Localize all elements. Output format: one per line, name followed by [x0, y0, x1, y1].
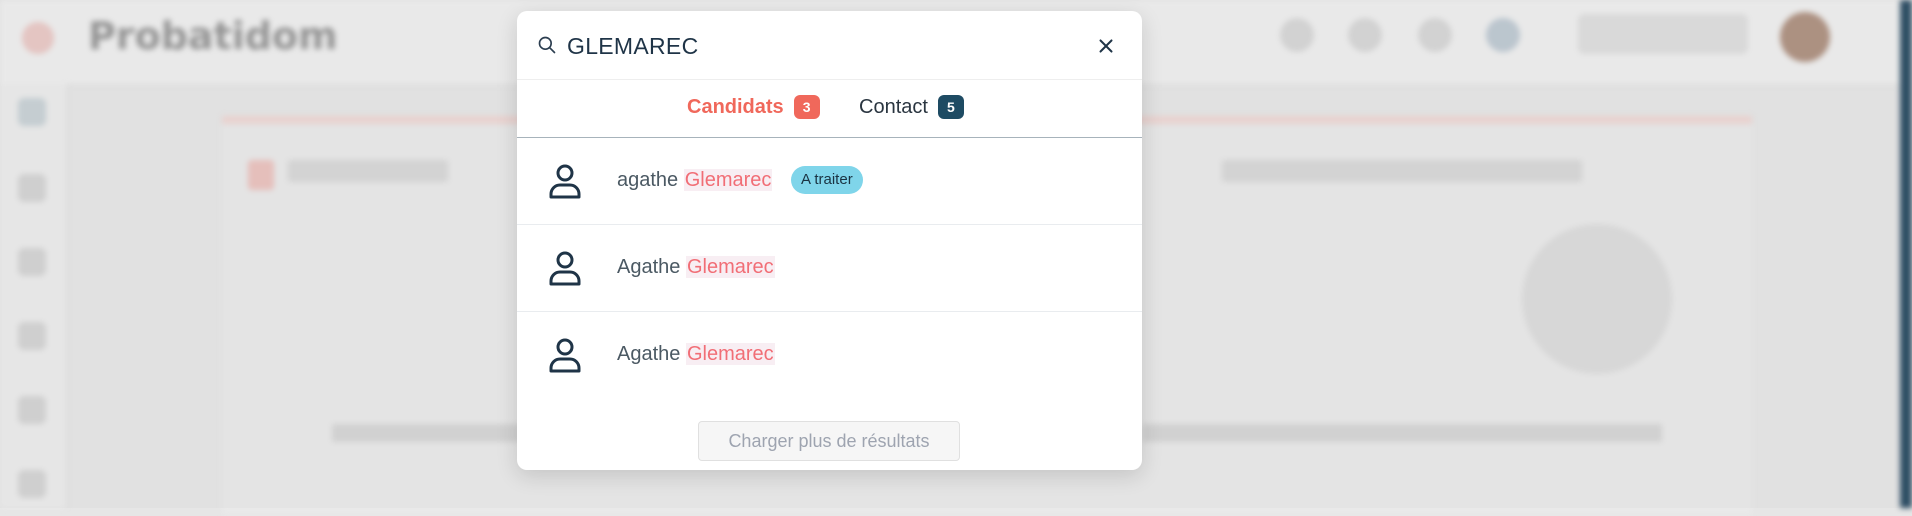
search-icon [538, 36, 556, 54]
tab-contact-label: Contact [859, 95, 928, 118]
person-icon [549, 338, 581, 373]
result-name: Agathe Glemarec [617, 343, 775, 366]
result-name: Agathe Glemarec [617, 256, 775, 279]
result-first-name: Agathe [617, 256, 681, 278]
list-item[interactable]: Agathe Glemarec [517, 225, 1142, 312]
tab-candidats-label: Candidats [687, 95, 784, 118]
result-last-name-highlight: Glemarec [683, 169, 773, 191]
result-first-name: Agathe [617, 343, 681, 365]
tab-candidats-count-badge: 3 [793, 95, 820, 119]
close-icon[interactable] [1095, 35, 1117, 57]
status-badge: A traiter [791, 166, 863, 194]
result-name: agathe Glemarec [617, 169, 773, 192]
tab-contact-count-badge: 5 [937, 95, 964, 119]
person-icon [549, 164, 581, 199]
person-icon [549, 251, 581, 286]
search-modal: Candidats 3 Contact 5 agathe Glemarec A … [517, 11, 1142, 470]
load-more-button[interactable]: Charger plus de résultats [698, 421, 960, 461]
result-last-name-highlight: Glemarec [685, 256, 775, 278]
list-item[interactable]: agathe Glemarec A traiter [517, 138, 1142, 225]
list-item[interactable]: Agathe Glemarec [517, 312, 1142, 398]
result-first-name: agathe [617, 169, 679, 191]
results-footer: Charger plus de résultats [517, 399, 1142, 470]
search-bar [517, 11, 1142, 80]
tab-candidats[interactable]: Candidats 3 [687, 95, 820, 119]
results-list: agathe Glemarec A traiter Agathe Glemare… [517, 138, 1142, 398]
search-input[interactable] [567, 28, 1067, 64]
result-tabs: Candidats 3 Contact 5 [517, 79, 1142, 138]
tab-contact[interactable]: Contact 5 [859, 95, 964, 119]
result-last-name-highlight: Glemarec [685, 343, 775, 365]
